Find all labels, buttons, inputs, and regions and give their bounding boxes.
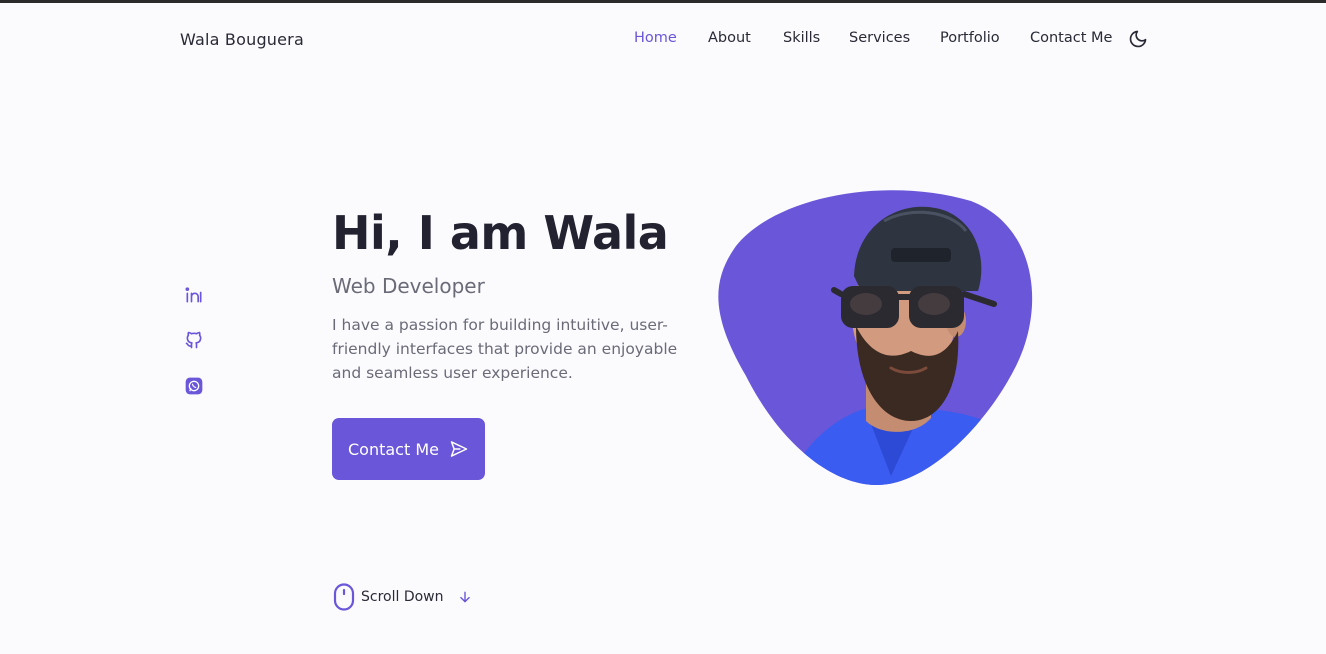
hero-title: Hi, I am Wala bbox=[332, 206, 669, 260]
scroll-down-link[interactable]: Scroll Down bbox=[333, 583, 472, 611]
nav-link-services[interactable]: Services bbox=[849, 30, 910, 46]
profile-photo bbox=[716, 186, 1038, 486]
moon-icon[interactable] bbox=[1128, 29, 1148, 49]
site-header: Wala Bouguera Home About Skills Services… bbox=[0, 3, 1326, 75]
nav-link-contact[interactable]: Contact Me bbox=[1030, 30, 1112, 46]
send-icon bbox=[450, 441, 468, 457]
arrow-down-icon bbox=[459, 591, 470, 603]
contact-me-button-label: Contact Me bbox=[348, 439, 439, 459]
hero-subtitle: Web Developer bbox=[332, 274, 485, 298]
nav-link-portfolio[interactable]: Portfolio bbox=[940, 30, 1000, 46]
linkedin-icon[interactable] bbox=[184, 285, 204, 305]
nav-link-about[interactable]: About bbox=[708, 30, 751, 46]
whatsapp-icon[interactable] bbox=[184, 376, 204, 396]
mouse-icon bbox=[333, 583, 355, 611]
hero-description: I have a passion for building intuitive,… bbox=[332, 316, 678, 382]
github-icon[interactable] bbox=[184, 330, 204, 350]
brand-logo[interactable]: Wala Bouguera bbox=[180, 30, 304, 49]
scroll-down-label: Scroll Down bbox=[361, 589, 444, 605]
nav-link-home[interactable]: Home bbox=[634, 30, 677, 46]
nav-link-skills[interactable]: Skills bbox=[783, 30, 820, 46]
contact-me-button[interactable]: Contact Me bbox=[332, 418, 485, 480]
